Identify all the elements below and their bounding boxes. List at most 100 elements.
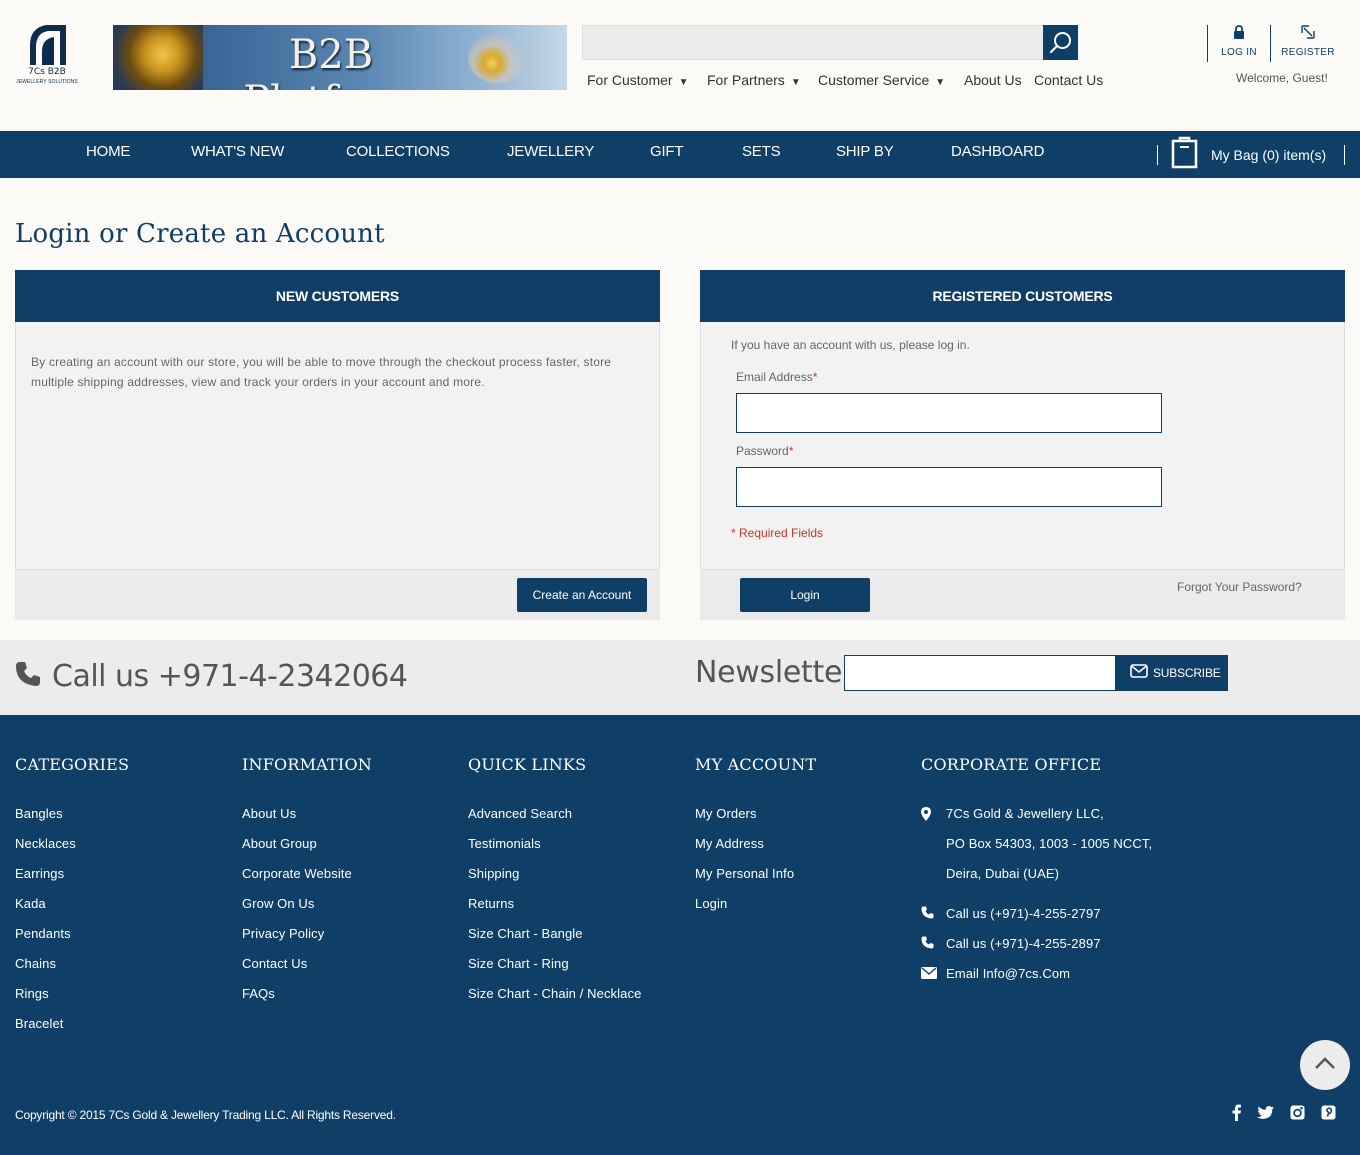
nav-gift[interactable]: GIFT [650,143,684,160]
divider [1270,25,1271,62]
topnav-for-partners[interactable]: For Partners ▼ [707,72,801,88]
nav-home[interactable]: HOME [86,143,130,160]
pinterest-icon[interactable] [1321,1105,1336,1120]
footer-link[interactable]: Pendants [15,926,129,956]
nav-whats-new[interactable]: WHAT'S NEW [191,143,284,160]
caret-down-icon: ▼ [790,77,801,88]
scroll-to-top-button[interactable] [1300,1040,1350,1090]
footer-link[interactable]: Bangles [15,806,129,836]
nav-dashboard[interactable]: DASHBOARD [951,143,1044,160]
footer-link[interactable]: Testimonials [468,836,641,866]
divider [1207,25,1208,62]
footer-link[interactable]: Login [695,896,816,926]
newsletter-label: Newsletter [695,655,855,690]
register-link[interactable]: REGISTER [1280,25,1336,58]
logo-mark-icon [30,25,66,65]
address-line: PO Box 54303, 1003 - 1005 NCCT, [946,836,1153,851]
nav-ship-by[interactable]: SHIP BY [836,143,894,160]
caret-down-icon: ▼ [935,77,946,88]
footer-link[interactable]: Shipping [468,866,641,896]
footer-link[interactable]: My Orders [695,806,816,836]
banner-text: B2B Platform [243,32,419,90]
footer-information: INFORMATION About Us About Group Corpora… [242,755,372,1016]
footer-link[interactable]: Grow On Us [242,896,372,926]
footer-link[interactable]: FAQs [242,986,372,1016]
footer-link[interactable]: Rings [15,986,129,1016]
footer-link[interactable]: Chains [15,956,129,986]
topnav-about-us[interactable]: About Us [964,72,1022,88]
footer-heading: INFORMATION [242,755,372,774]
facebook-icon[interactable] [1232,1104,1241,1121]
address-line: Deira, Dubai (UAE) [946,866,1060,881]
copyright-text: Copyright © 2015 7Cs Gold & Jewellery Tr… [15,1108,396,1122]
password-field[interactable] [736,467,1162,507]
password-label: Password* [736,444,794,458]
new-customers-panel: NEW CUSTOMERS By creating an account wit… [15,270,660,620]
footer-link[interactable]: Size Chart - Bangle [468,926,641,956]
footer-link[interactable]: Earrings [15,866,129,896]
office-email[interactable]: Email Info@7cs.Com [946,966,1070,981]
topnav-for-customer[interactable]: For Customer ▼ [587,72,688,88]
nav-jewellery[interactable]: JEWELLERY [507,143,594,160]
panel-footer: Login [700,569,1345,620]
nav-sets[interactable]: SETS [742,143,781,160]
footer-link[interactable]: Size Chart - Chain / Necklace [468,986,641,1016]
call-us-text: Call us +971-4-2342064 [52,659,408,694]
subscribe-button[interactable]: SUBSCRIBE [1115,655,1228,691]
phone-icon [921,906,934,919]
new-customers-heading: NEW CUSTOMERS [15,270,660,322]
forgot-password-link[interactable]: Forgot Your Password? [1177,580,1302,594]
main-nav: HOME WHAT'S NEW COLLECTIONS JEWELLERY GI… [0,131,1360,178]
footer-heading: QUICK LINKS [468,755,587,774]
footer-heading: CATEGORIES [15,755,130,774]
office-phone-2[interactable]: Call us (+971)-4-255-2897 [946,936,1101,951]
panel-footer: Create an Account [15,569,660,620]
caret-down-icon: ▼ [678,77,689,88]
footer-corporate-office: CORPORATE OFFICE 7Cs Gold & Jewellery LL… [921,755,1221,1036]
divider [1157,145,1158,165]
footer-link[interactable]: Contact Us [242,956,372,986]
topnav-customer-service[interactable]: Customer Service ▼ [818,72,945,88]
gold-necklace-image [113,25,203,90]
my-bag-link[interactable]: My Bag (0) item(s) [1211,147,1326,163]
footer-link[interactable]: Privacy Policy [242,926,372,956]
office-address: 7Cs Gold & Jewellery LLC, PO Box 54303, … [921,806,1221,1036]
login-button[interactable]: Login [740,578,870,612]
search-button[interactable] [1043,25,1078,60]
footer-link[interactable]: Size Chart - Ring [468,956,641,986]
site-header: 7Cs B2B JEWELLERY SOLUTIONS B2B Platform… [0,0,1360,131]
footer-link[interactable]: Necklaces [15,836,129,866]
search-input[interactable] [582,25,1044,60]
footer-link[interactable]: About Us [242,806,372,836]
b2b-banner[interactable]: B2B Platform [113,25,567,90]
footer-link[interactable]: About Group [242,836,372,866]
divider [1344,145,1345,165]
instagram-icon[interactable] [1290,1105,1305,1120]
footer-link[interactable]: My Personal Info [695,866,816,896]
map-marker-icon [921,807,931,821]
topnav-contact-us[interactable]: Contact Us [1034,72,1103,88]
office-phone-1[interactable]: Call us (+971)-4-255-2797 [946,906,1101,921]
nav-collections[interactable]: COLLECTIONS [346,143,450,160]
envelope-icon [1130,664,1148,678]
create-account-button[interactable]: Create an Account [517,578,647,612]
register-icon [1301,25,1315,39]
footer-link[interactable]: Bracelet [15,1016,129,1046]
footer-link[interactable]: Corporate Website [242,866,372,896]
phone-icon [16,662,40,686]
site-logo[interactable]: 7Cs B2B JEWELLERY SOLUTIONS [15,25,79,87]
footer-categories: CATEGORIES Bangles Necklaces Earrings Ka… [15,755,129,1046]
newsletter-email-input[interactable] [844,655,1116,691]
welcome-text: Welcome, Guest! [1236,71,1328,85]
footer-link[interactable]: Kada [15,896,129,926]
chevron-up-icon [1315,1057,1335,1069]
footer-link[interactable]: My Address [695,836,816,866]
shopping-bag-icon[interactable] [1171,135,1198,169]
login-link[interactable]: LOG IN [1216,25,1262,58]
email-field[interactable] [736,393,1162,433]
footer-link[interactable]: Returns [468,896,641,926]
site-footer: CATEGORIES Bangles Necklaces Earrings Ka… [0,715,1360,1155]
envelope-icon [921,967,937,979]
footer-link[interactable]: Advanced Search [468,806,641,836]
twitter-icon[interactable] [1257,1106,1274,1120]
